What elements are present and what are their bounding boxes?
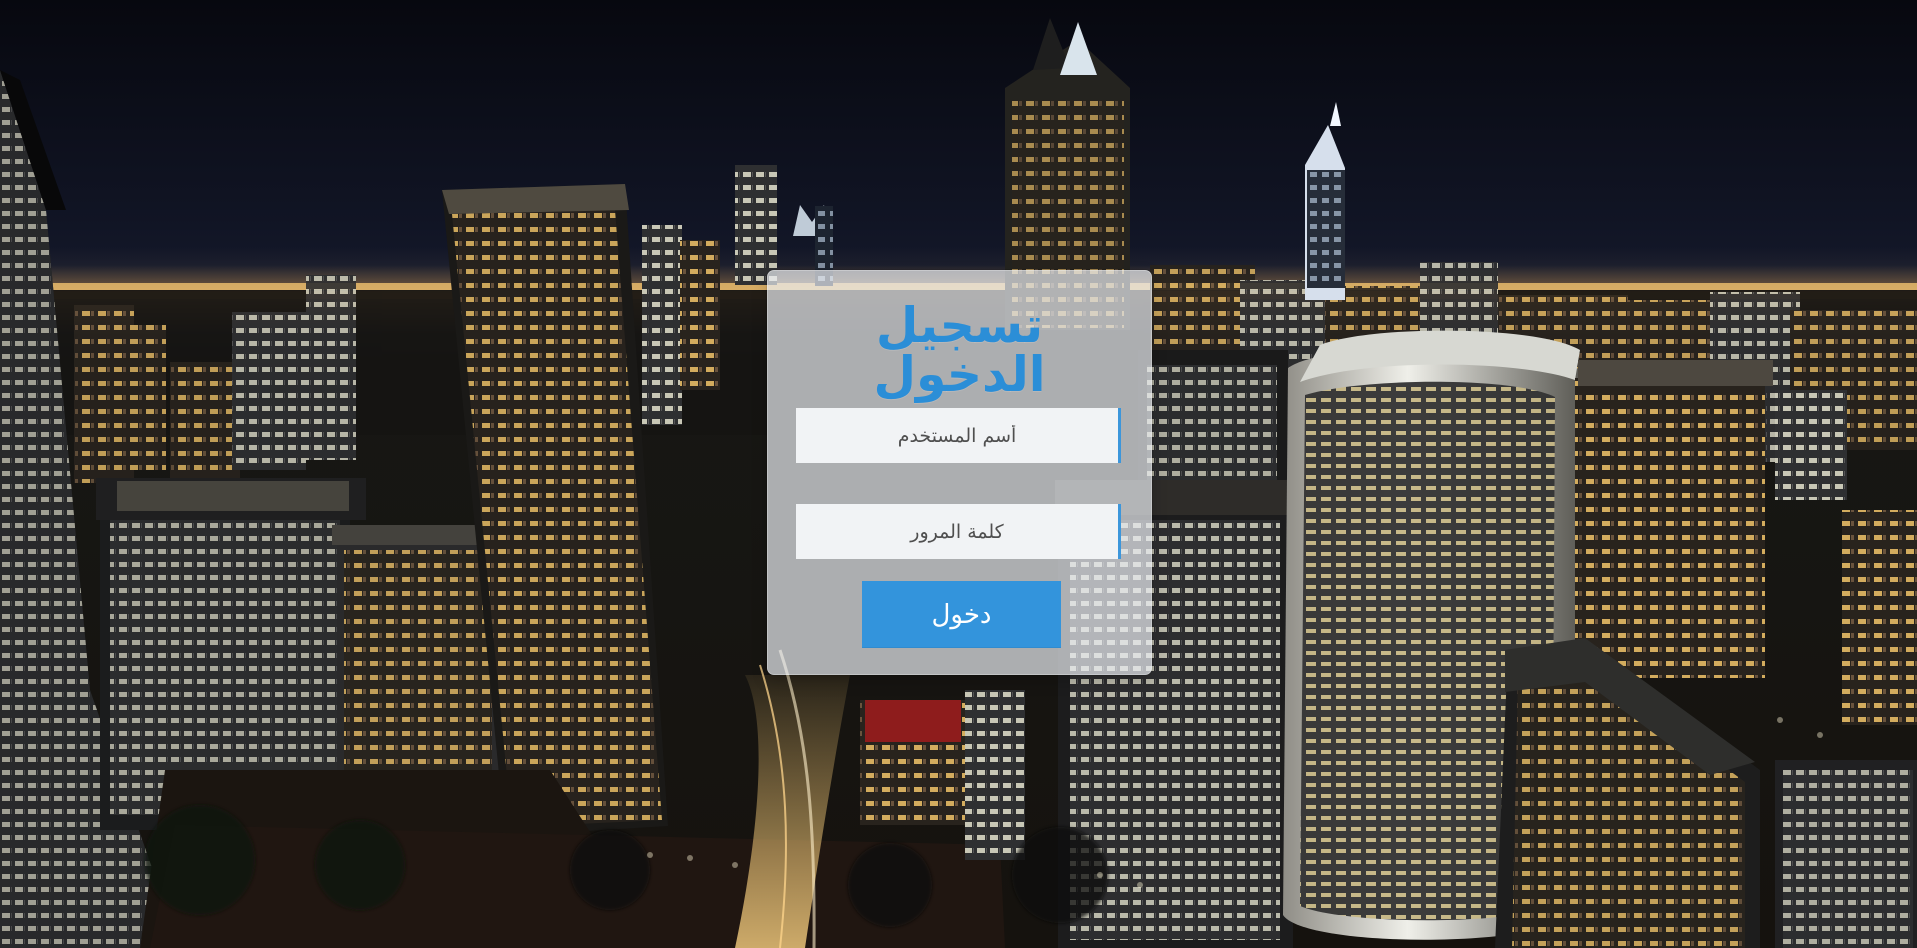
- username-field[interactable]: [796, 408, 1121, 463]
- login-title: تسجيل الدخول: [873, 297, 1046, 403]
- login-page: تسجيل الدخول دخول: [0, 0, 1917, 948]
- password-field[interactable]: [796, 504, 1121, 559]
- login-button[interactable]: دخول: [862, 581, 1061, 648]
- login-card: تسجيل الدخول دخول: [767, 270, 1152, 675]
